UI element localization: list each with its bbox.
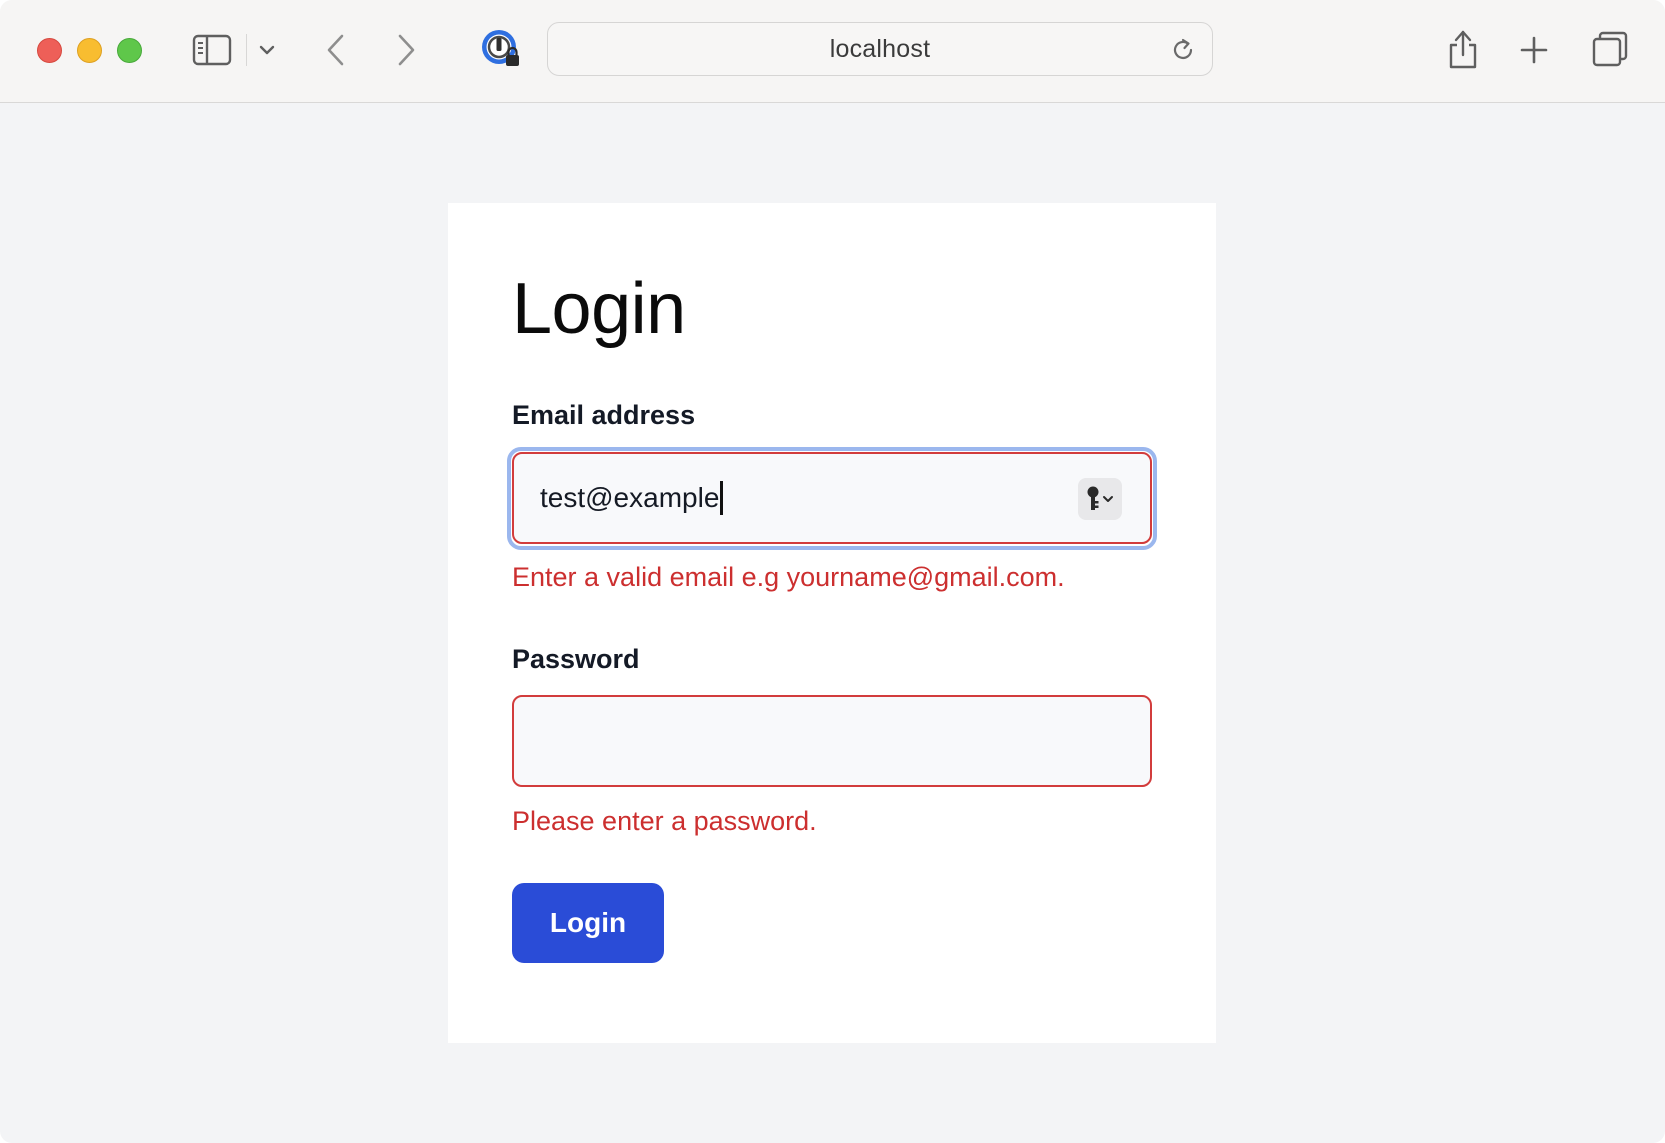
tabs-icon[interactable] xyxy=(1590,28,1630,70)
zoom-window-button[interactable] xyxy=(117,38,142,63)
password-label: Password xyxy=(512,644,640,674)
chevron-left-icon[interactable] xyxy=(318,30,354,70)
address-text: localhost xyxy=(829,34,931,63)
plus-icon[interactable] xyxy=(1516,30,1552,70)
chevron-down-icon[interactable] xyxy=(255,36,279,64)
text-caret xyxy=(720,481,724,515)
sidebar-icon[interactable] xyxy=(190,28,234,72)
password-manager-icon[interactable] xyxy=(478,26,524,72)
email-label: Email address xyxy=(512,400,696,430)
address-bar[interactable]: localhost xyxy=(547,22,1213,76)
chevron-right-icon[interactable] xyxy=(388,30,424,70)
password-error-message: Please enter a password. xyxy=(512,806,817,836)
browser-window: localhost Login Email address test@examp… xyxy=(0,0,1665,1143)
password-field[interactable] xyxy=(512,695,1152,787)
login-button[interactable]: Login xyxy=(512,883,664,963)
minimize-window-button[interactable] xyxy=(77,38,102,63)
browser-toolbar: localhost xyxy=(0,0,1665,103)
toolbar-divider xyxy=(246,34,247,66)
email-error-message: Enter a valid email e.g yourname@gmail.c… xyxy=(512,562,1065,592)
share-icon[interactable] xyxy=(1443,26,1483,72)
page-title: Login xyxy=(512,269,686,349)
close-window-button[interactable] xyxy=(37,38,62,63)
email-field[interactable]: test@example xyxy=(512,452,1152,544)
reload-icon[interactable] xyxy=(1168,35,1198,65)
email-field-value-wrap: test@example xyxy=(540,454,724,542)
email-field-value: test@example xyxy=(540,482,720,513)
key-icon[interactable] xyxy=(1078,478,1122,520)
login-card: Login Email address test@example Enter a… xyxy=(448,203,1216,1043)
